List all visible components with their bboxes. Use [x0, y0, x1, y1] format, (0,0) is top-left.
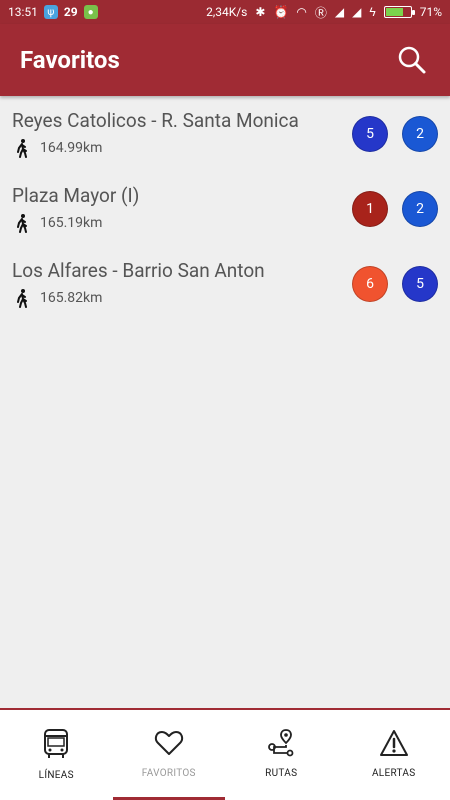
bluetooth-icon: ✱ [255, 5, 266, 19]
status-bar: 13:51 ψ 29 ● 2,34K/s ✱ ⏰ ◠ Ⓡ ◢ ◢ ϟ 71% [0, 0, 450, 24]
notification-icon: ψ [43, 5, 58, 19]
stop-distance: 165.82km [40, 289, 103, 306]
battery-icon [383, 6, 415, 18]
nav-item-favoritos[interactable]: FAVORITOS [112, 710, 225, 800]
bottom-navigation: LÍNEAS FAVORITOS RUTAS ALERTAS [0, 708, 450, 800]
alarm-icon: ⏰ [273, 5, 289, 19]
battery-percent: 71% [419, 5, 442, 19]
list-item[interactable]: Reyes Catolicos - R. Santa Monica 164.99… [0, 96, 450, 171]
stop-name: Plaza Mayor (I) [12, 183, 140, 207]
app-bar: Favoritos [0, 24, 450, 96]
line-badge[interactable]: 6 [352, 265, 388, 302]
stop-name: Los Alfares - Barrio San Anton [12, 258, 265, 282]
stop-distance: 164.99km [40, 139, 103, 156]
stop-name: Reyes Catolicos - R. Santa Monica [12, 108, 299, 132]
line-badge[interactable]: 2 [402, 190, 438, 227]
nav-label: FAVORITOS [141, 768, 196, 779]
nav-item-rutas[interactable]: RUTAS [225, 710, 338, 800]
walking-icon [12, 288, 32, 308]
heart-icon [154, 731, 183, 755]
alert-icon [379, 730, 408, 756]
line-badge[interactable]: 5 [402, 265, 438, 302]
line-badge[interactable]: 5 [352, 115, 388, 152]
charging-icon: ϟ [369, 5, 376, 19]
registered-icon: Ⓡ [314, 5, 327, 20]
wifi-icon: ◠ [296, 5, 307, 19]
page-title: Favoritos [20, 46, 120, 74]
favorites-list: Reyes Catolicos - R. Santa Monica 164.99… [0, 96, 450, 321]
route-icon [268, 729, 294, 757]
signal-icon-2: ◢ [352, 5, 362, 19]
list-item[interactable]: Plaza Mayor (I) 165.19km 1 2 [0, 171, 450, 246]
bus-icon [44, 729, 69, 758]
temperature-notification: 29 [63, 5, 78, 19]
network-speed: 2,34K/s [206, 5, 248, 19]
nav-label: LÍNEAS [38, 770, 74, 781]
walking-icon [12, 213, 32, 233]
walking-icon [12, 138, 32, 158]
line-badge[interactable]: 1 [352, 190, 388, 227]
stop-distance: 165.19km [40, 214, 103, 231]
nav-label: ALERTAS [371, 768, 416, 779]
nav-item-lineas[interactable]: LÍNEAS [0, 710, 113, 800]
android-notification-icon: ● [83, 5, 98, 19]
signal-icon: ◢ [334, 5, 345, 19]
status-time: 13:51 [8, 5, 38, 19]
search-button[interactable] [394, 42, 430, 78]
line-badge[interactable]: 2 [402, 115, 438, 152]
nav-item-alertas[interactable]: ALERTAS [338, 710, 450, 800]
nav-label: RUTAS [265, 768, 298, 779]
search-icon [398, 46, 426, 74]
list-item[interactable]: Los Alfares - Barrio San Anton 165.82km … [0, 246, 450, 321]
